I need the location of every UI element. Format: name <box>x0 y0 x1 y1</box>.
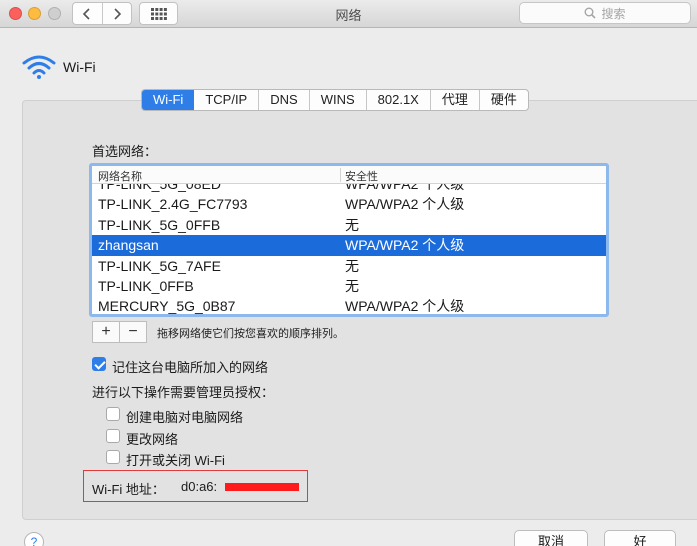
preferred-networks-title: 首选网络： <box>92 144 158 159</box>
add-network-button[interactable]: + <box>93 322 119 342</box>
network-security: WPA/WPA2 个人级 <box>345 298 465 315</box>
tab-hardware[interactable]: 硬件 <box>478 90 528 110</box>
remember-networks-label: 记住这台电脑所加入的网络 <box>112 360 269 375</box>
admin-auth-title: 进行以下操作需要管理员授权： <box>92 385 275 400</box>
network-security: 无 <box>345 257 359 274</box>
preferred-networks-table[interactable]: 网络名称 安全性 TP-LINK_5G_08ED WPA/WPA2 个人级 TP… <box>89 163 609 317</box>
remove-network-button[interactable]: − <box>119 322 146 342</box>
tab-bar: Wi-Fi TCP/IP DNS WINS 802.1X 代理 硬件 <box>141 89 529 111</box>
toggle-wifi-checkbox[interactable] <box>106 450 120 464</box>
wifi-icon <box>22 55 56 79</box>
table-header: 网络名称 安全性 <box>92 166 606 184</box>
network-security: 无 <box>345 277 359 294</box>
table-row[interactable]: TP-LINK_5G_0FFB 无 <box>92 215 606 235</box>
change-networks-label: 更改网络 <box>126 432 179 447</box>
search-icon <box>584 7 597 19</box>
search-input[interactable]: 搜索 <box>519 2 691 24</box>
network-security: WPA/WPA2 个人级 <box>345 237 465 254</box>
tab-8021x[interactable]: 802.1X <box>365 90 430 110</box>
add-remove-control: + − <box>92 321 147 343</box>
tab-wifi[interactable]: Wi-Fi <box>142 90 195 110</box>
table-row[interactable]: TP-LINK_2.4G_FC7793 WPA/WPA2 个人级 <box>92 194 606 214</box>
wifi-address-label: Wi-Fi 地址： <box>92 482 165 497</box>
ok-button[interactable]: 好 <box>604 530 676 546</box>
tab-proxy[interactable]: 代理 <box>429 90 479 110</box>
network-security: 无 <box>345 216 359 233</box>
wifi-address-value: d0:a6: <box>181 479 218 494</box>
network-name: TP-LINK_5G_7AFE <box>98 257 221 274</box>
toggle-wifi-label: 打开或关闭 Wi-Fi <box>126 453 225 468</box>
help-button[interactable]: ? <box>24 532 44 546</box>
column-divider <box>340 168 341 182</box>
column-header-name[interactable]: 网络名称 <box>98 168 142 184</box>
redaction-bar <box>225 483 299 491</box>
network-name: TP-LINK_5G_0FFB <box>98 216 221 233</box>
column-header-security[interactable]: 安全性 <box>345 168 378 184</box>
remember-networks-checkbox[interactable] <box>92 357 106 371</box>
drag-hint-text: 拖移网络使它们按您喜欢的顺序排列。 <box>157 328 344 340</box>
network-security: WPA/WPA2 个人级 <box>345 196 465 213</box>
table-rows: TP-LINK_5G_08ED WPA/WPA2 个人级 TP-LINK_2.4… <box>92 174 606 315</box>
interface-name: Wi-Fi <box>63 59 96 75</box>
network-name: TP-LINK_2.4G_FC7793 <box>98 196 248 213</box>
column-divider <box>607 168 608 182</box>
tab-tcpip[interactable]: TCP/IP <box>194 90 258 110</box>
cancel-button[interactable]: 取消 <box>514 530 588 546</box>
network-name: TP-LINK_0FFB <box>98 277 194 294</box>
table-row-selected[interactable]: zhangsan WPA/WPA2 个人级 <box>92 235 606 256</box>
network-name: zhangsan <box>98 237 159 254</box>
table-row[interactable]: MERCURY_5G_0B87 WPA/WPA2 个人级 <box>92 296 606 315</box>
change-networks-checkbox[interactable] <box>106 429 120 443</box>
tab-dns[interactable]: DNS <box>258 90 308 110</box>
create-adhoc-checkbox[interactable] <box>106 407 120 421</box>
search-placeholder: 搜索 <box>601 6 626 21</box>
table-row[interactable]: TP-LINK_5G_7AFE 无 <box>92 256 606 276</box>
title-bar: 网络 搜索 <box>0 0 697 28</box>
create-adhoc-label: 创建电脑对电脑网络 <box>126 410 244 425</box>
tab-wins[interactable]: WINS <box>308 90 366 110</box>
table-row[interactable]: TP-LINK_0FFB 无 <box>92 276 606 296</box>
network-name: MERCURY_5G_0B87 <box>98 298 236 315</box>
